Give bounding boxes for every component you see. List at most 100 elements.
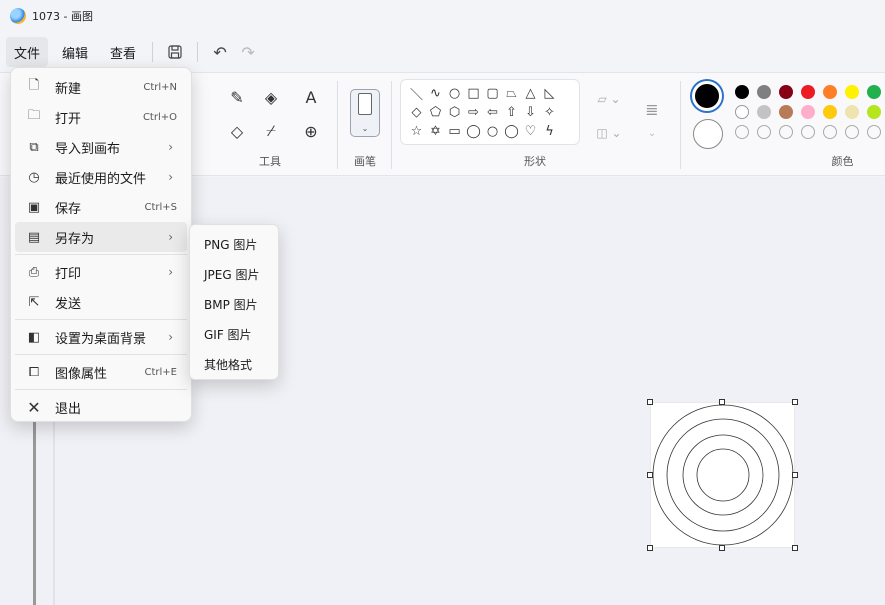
color-swatch[interactable] [735, 105, 749, 119]
save-as-other[interactable]: 其他格式 [194, 349, 274, 379]
menu-item-label: 新建 [55, 81, 82, 97]
drawing-canvas[interactable] [650, 402, 795, 548]
menu-divider [15, 389, 187, 390]
shapes-group-label: 形状 [524, 155, 546, 168]
chevron-right-icon: › [168, 230, 173, 244]
menu-item-label: 打印 [55, 266, 82, 282]
resize-handle[interactable] [647, 545, 653, 551]
menu-edit[interactable]: 编辑 [54, 37, 96, 67]
window-title: 1073 - 画图 [32, 10, 93, 23]
color-swatch[interactable] [779, 85, 793, 99]
menu-item-shortcut: Ctrl+O [142, 111, 177, 123]
colors-group: 颜色 [800, 73, 885, 177]
menu-item-properties[interactable]: ⧠ 图像属性 Ctrl+E [15, 357, 187, 387]
resize-handle[interactable] [792, 472, 798, 478]
resize-handle[interactable] [792, 545, 798, 551]
menu-item-label: 图像属性 [55, 366, 108, 382]
magnifier-icon[interactable]: ⊕ [297, 117, 325, 145]
menu-item-exit[interactable]: ✕ 退出 [15, 392, 187, 422]
menu-item-send[interactable]: ⇱ 发送 [15, 287, 187, 317]
eraser-icon[interactable]: ◇ [223, 117, 251, 145]
color-swatch[interactable] [735, 85, 749, 99]
chevron-right-icon: › [168, 140, 173, 154]
resize-handle[interactable] [647, 472, 653, 478]
menu-divider [15, 354, 187, 355]
color-swatch[interactable] [757, 105, 771, 119]
ribbon-divider [680, 81, 681, 169]
menu-item-shortcut: Ctrl+E [144, 366, 178, 378]
new-file-icon: 🗋 [28, 78, 40, 93]
menu-item-import[interactable]: ⧉ 导入到画布 › [15, 132, 187, 162]
redo-icon[interactable]: ↷ [234, 38, 262, 66]
file-menu: 🗋 新建 Ctrl+N 🗀 打开 Ctrl+O ⧉ 导入到画布 › ◷ 最近使用… [10, 67, 192, 422]
ribbon-divider [337, 81, 338, 169]
secondary-color[interactable] [693, 119, 723, 149]
menu-bar: 文件 编辑 查看 ↶ ↷ [0, 34, 885, 70]
folder-icon: 🗀 [27, 108, 41, 123]
custom-color-slot[interactable] [779, 125, 793, 139]
brush-group-label: 画笔 [354, 155, 376, 168]
custom-color-slot[interactable] [735, 125, 749, 139]
menu-item-shortcut: Ctrl+S [144, 201, 177, 213]
tools-group-label: 工具 [259, 155, 281, 168]
import-icon: ⧉ [29, 139, 39, 155]
tools-group: ✎ ◈ A ◇ ⌿ ⊕ 工具 [205, 73, 335, 177]
chevron-right-icon: › [168, 170, 173, 184]
menu-item-set-wallpaper[interactable]: ◧ 设置为桌面背景 › [15, 322, 187, 352]
print-icon: ⎙ [28, 264, 40, 280]
color-picker-icon[interactable]: ⌿ [257, 117, 285, 145]
primary-color[interactable] [692, 81, 722, 111]
concentric-circles [652, 404, 794, 546]
save-as-gif[interactable]: GIF 图片 [194, 319, 274, 349]
title-bar: 1073 - 画图 [0, 0, 885, 32]
menu-item-save[interactable]: ▣ 保存 Ctrl+S [15, 192, 187, 222]
resize-handle[interactable] [719, 399, 725, 405]
menu-item-label: 发送 [55, 296, 82, 312]
menu-divider [152, 42, 154, 62]
menu-view[interactable]: 查看 [102, 37, 144, 67]
colors-group-label: 颜色 [831, 155, 854, 168]
color-swatch[interactable] [757, 85, 771, 99]
wallpaper-icon: ◧ [27, 329, 41, 345]
resize-handle[interactable] [647, 399, 653, 405]
chevron-right-icon: › [168, 265, 173, 279]
menu-item-label: 另存为 [55, 231, 95, 247]
resize-handle[interactable] [792, 399, 798, 405]
save-icon[interactable] [161, 38, 189, 66]
ribbon-divider [391, 81, 392, 169]
color-swatch[interactable] [779, 105, 793, 119]
save-as-bmp[interactable]: BMP 图片 [194, 289, 274, 319]
share-icon: ⇱ [28, 294, 40, 310]
menu-item-save-as[interactable]: ▤ 另存为 › [15, 222, 187, 252]
menu-item-print[interactable]: ⎙ 打印 › [15, 257, 187, 287]
menu-file[interactable]: 文件 [6, 37, 49, 67]
menu-item-recent[interactable]: ◷ 最近使用的文件 › [15, 162, 187, 192]
menu-item-label: 最近使用的文件 [55, 171, 147, 187]
paint-app-icon [10, 8, 26, 24]
menu-item-label: 导入到画布 [55, 141, 121, 157]
menu-item-open[interactable]: 🗀 打开 Ctrl+O [15, 102, 187, 132]
shapes-group: 形状 [395, 73, 675, 177]
brush-group: 画笔 [340, 73, 390, 177]
menu-item-new[interactable]: 🗋 新建 Ctrl+N [15, 72, 187, 102]
pencil-icon[interactable]: ✎ [223, 83, 251, 111]
fill-bucket-icon[interactable]: ◈ [257, 83, 285, 111]
save-icon: ▣ [27, 199, 41, 215]
menu-item-shortcut: Ctrl+N [143, 81, 177, 93]
text-tool-icon[interactable]: A [297, 83, 325, 111]
save-as-jpeg[interactable]: JPEG 图片 [194, 259, 274, 289]
save-as-png[interactable]: PNG 图片 [194, 229, 274, 259]
close-icon: ✕ [27, 397, 41, 417]
menu-divider [15, 254, 187, 255]
menu-item-label: 打开 [55, 111, 82, 127]
menu-item-label: 设置为桌面背景 [55, 331, 147, 347]
clock-icon: ◷ [28, 169, 40, 185]
undo-icon[interactable]: ↶ [206, 38, 234, 66]
save-as-submenu: PNG 图片 JPEG 图片 BMP 图片 GIF 图片 其他格式 [189, 224, 279, 380]
custom-color-slot[interactable] [757, 125, 771, 139]
properties-icon: ⧠ [28, 364, 40, 380]
menu-divider [15, 319, 187, 320]
save-as-icon: ▤ [27, 229, 41, 245]
menu-item-label: 保存 [55, 201, 82, 217]
resize-handle[interactable] [719, 545, 725, 551]
